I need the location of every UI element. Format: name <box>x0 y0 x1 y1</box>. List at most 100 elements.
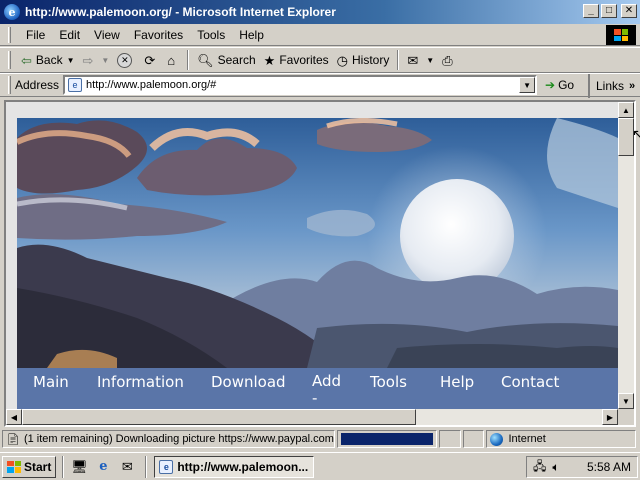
links-bar[interactable]: Links » <box>588 74 635 98</box>
close-button[interactable]: ✕ <box>621 4 637 18</box>
show-desktop-icon[interactable]: 🖥︎ <box>70 458 88 476</box>
go-label: Go <box>558 78 575 92</box>
volume-icon[interactable]: 🔈︎ <box>552 460 559 475</box>
nav-addons[interactable]: Add - <box>312 373 341 407</box>
network-icon[interactable]: 🖧︎ <box>533 457 546 478</box>
menu-favorites[interactable]: Favorites <box>127 26 190 44</box>
outlook-express-icon[interactable]: ✉ <box>118 458 136 476</box>
status-blank-cell <box>462 430 485 448</box>
site-nav-bar: Main Information Download Add - Tools He… <box>17 368 618 409</box>
history-label: History <box>352 53 390 67</box>
favorites-button[interactable]: ★ Favorites <box>260 49 333 71</box>
scroll-up-button[interactable]: ▲ <box>618 102 634 118</box>
taskbar-separator <box>62 455 65 478</box>
mouse-pointer-icon: ↖ <box>632 126 640 142</box>
menu-bar: File Edit View Favorites Tools Help <box>0 24 640 46</box>
search-button[interactable]: 🔍︎ Search <box>193 49 260 71</box>
go-button[interactable]: ➔ Go <box>545 78 574 92</box>
print-icon: ⎙ <box>442 52 453 68</box>
mail-button[interactable]: ✉ ▼ <box>403 49 438 71</box>
download-progress-bar <box>340 433 433 445</box>
ie-quicklaunch-icon[interactable]: e <box>94 458 112 476</box>
site-banner-image <box>17 118 618 368</box>
vertical-scrollbar[interactable]: ▲ ▼ <box>618 102 634 409</box>
back-dropdown-icon[interactable]: ▼ <box>67 56 75 65</box>
internet-globe-icon <box>490 432 504 446</box>
status-message: (1 item remaining) Downloading picture h… <box>23 433 334 445</box>
history-button[interactable]: ◷ History <box>333 49 394 71</box>
status-page-icon: 📄︎ <box>6 433 20 446</box>
standard-toolbar: ⇦ Back ▼ ⇨ ▼ ✕ ⟳ ⌂ 🔍︎ Search ★ Favorites… <box>0 47 640 73</box>
nav-help[interactable]: Help <box>440 373 474 391</box>
nav-contact[interactable]: Contact <box>501 373 559 391</box>
status-blank-cell <box>438 430 461 448</box>
ie-icon[interactable]: e <box>4 4 20 20</box>
toolbar-separator <box>397 50 400 70</box>
clock[interactable]: 5:58 AM <box>587 460 631 474</box>
refresh-button[interactable]: ⟳ <box>140 49 163 71</box>
horizontal-scroll-thumb[interactable] <box>22 409 416 425</box>
forward-arrow-icon: ⇨ <box>82 52 94 68</box>
menu-edit[interactable]: Edit <box>52 26 87 44</box>
refresh-icon: ⟳ <box>144 52 156 68</box>
start-button[interactable]: Start <box>2 455 57 478</box>
horizontal-scrollbar[interactable]: ◀ ▶ <box>6 409 618 425</box>
scroll-left-button[interactable]: ◀ <box>6 409 22 425</box>
mail-dropdown-icon[interactable]: ▼ <box>426 56 434 65</box>
address-input[interactable]: e http://www.palemoon.org/# ▼ <box>63 75 538 95</box>
address-grip[interactable] <box>8 76 11 94</box>
taskbar: Start 🖥︎ e ✉ e http://www.palemoon... 🖧︎… <box>0 452 640 480</box>
history-icon: ◷ <box>336 52 349 68</box>
address-bar: Address e http://www.palemoon.org/# ▼ ➔ … <box>0 73 640 98</box>
menu-grip[interactable] <box>8 26 11 43</box>
nav-information[interactable]: Information <box>97 373 184 391</box>
window-title: http://www.palemoon.org/ - Microsoft Int… <box>25 5 336 19</box>
windows-flag-icon <box>614 29 628 41</box>
back-arrow-icon: ⇦ <box>21 52 32 68</box>
search-label: Search <box>217 53 256 67</box>
windows-logo <box>606 25 636 45</box>
nav-tools[interactable]: Tools <box>370 373 407 391</box>
menu-tools[interactable]: Tools <box>190 26 232 44</box>
taskbar-ie-window[interactable]: e http://www.palemoon... <box>154 455 315 478</box>
task-label: http://www.palemoon... <box>177 459 309 474</box>
go-arrow-icon: ➔ <box>545 78 556 92</box>
zone-label: Internet <box>508 433 546 445</box>
page-icon: e <box>68 78 83 92</box>
menu-view[interactable]: View <box>87 26 127 44</box>
status-message-cell: 📄︎ (1 item remaining) Downloading pictur… <box>2 430 335 448</box>
menu-help[interactable]: Help <box>232 26 271 44</box>
nav-download[interactable]: Download <box>211 373 286 391</box>
status-bar: 📄︎ (1 item remaining) Downloading pictur… <box>0 428 640 450</box>
maximize-button[interactable]: □ <box>601 4 617 18</box>
scrollbar-corner <box>618 409 634 425</box>
menu-file[interactable]: File <box>19 26 52 44</box>
page-viewport[interactable]: Main Information Download Add - Tools He… <box>6 102 618 409</box>
toolbar-grip[interactable] <box>8 51 11 69</box>
home-icon: ⌂ <box>167 52 176 68</box>
forward-dropdown-icon[interactable]: ▼ <box>101 56 109 65</box>
moonlit-landscape-image <box>17 118 618 368</box>
toolbar-separator <box>187 50 190 70</box>
home-button[interactable]: ⌂ <box>163 49 183 71</box>
ie-page-icon: e <box>159 459 174 474</box>
scroll-down-button[interactable]: ▼ <box>618 393 634 409</box>
print-button[interactable]: ⎙ <box>438 49 460 71</box>
browser-content: Main Information Download Add - Tools He… <box>4 100 636 427</box>
stop-icon: ✕ <box>117 52 133 68</box>
links-label: Links <box>596 79 625 93</box>
minimize-button[interactable]: _ <box>583 4 599 18</box>
nav-main[interactable]: Main <box>33 373 69 391</box>
zone-cell: Internet <box>486 430 636 448</box>
windows-flag-icon <box>7 460 21 473</box>
taskbar-separator <box>145 455 148 478</box>
scroll-right-button[interactable]: ▶ <box>602 409 618 425</box>
links-chevron-icon[interactable]: » <box>629 80 635 92</box>
forward-button[interactable]: ⇨ ▼ <box>79 49 114 71</box>
progress-cell <box>336 430 437 448</box>
address-url[interactable]: http://www.palemoon.org/# <box>86 79 216 91</box>
stop-button[interactable]: ✕ <box>113 49 140 71</box>
back-button[interactable]: ⇦ Back ▼ <box>17 49 79 71</box>
favorites-label: Favorites <box>279 53 329 67</box>
address-dropdown-button[interactable]: ▼ <box>519 77 536 93</box>
